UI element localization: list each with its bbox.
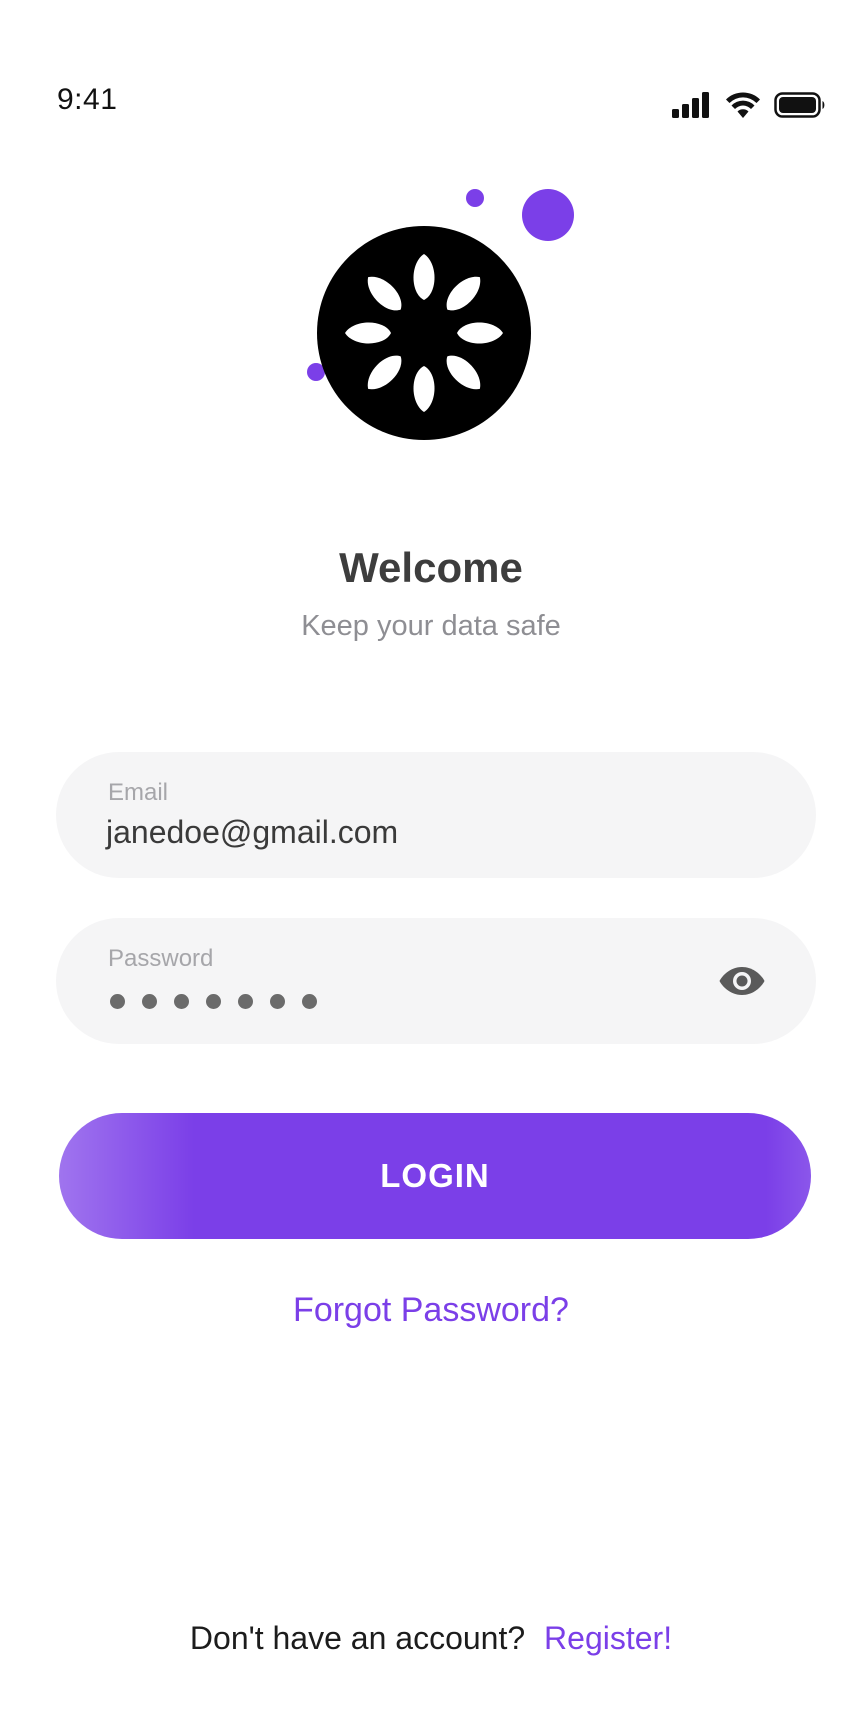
password-input[interactable] bbox=[110, 994, 317, 1009]
eye-icon[interactable] bbox=[718, 964, 766, 998]
register-prompt: Don't have an account? bbox=[189, 1620, 526, 1656]
status-time: 9:41 bbox=[57, 83, 118, 116]
welcome-subtitle: Keep your data safe bbox=[301, 610, 561, 642]
password-dot bbox=[142, 994, 157, 1009]
email-field[interactable]: Email janedoe@gmail.com bbox=[56, 752, 816, 878]
battery-icon bbox=[774, 92, 825, 118]
cellular-signal-icon bbox=[672, 92, 709, 118]
password-dot bbox=[270, 994, 285, 1009]
register-row: Don't have an account? Register! bbox=[0, 1616, 862, 1660]
password-dot bbox=[110, 994, 125, 1009]
password-dot bbox=[302, 994, 317, 1009]
register-link[interactable]: Register! bbox=[544, 1620, 672, 1656]
email-label: Email bbox=[108, 779, 169, 806]
email-input[interactable]: janedoe@gmail.com bbox=[106, 812, 398, 852]
password-field[interactable]: Password bbox=[56, 918, 816, 1044]
status-icons bbox=[672, 84, 826, 118]
wifi-icon bbox=[726, 92, 760, 118]
password-dot bbox=[206, 994, 221, 1009]
app-logo bbox=[307, 189, 574, 440]
password-dot bbox=[174, 994, 189, 1009]
forgot-password-link[interactable]: Forgot Password? bbox=[0, 1288, 862, 1332]
password-label: Password bbox=[108, 945, 214, 972]
welcome-title: Welcome bbox=[339, 544, 523, 591]
password-dot bbox=[238, 994, 253, 1009]
status-bar: 9:41 bbox=[0, 0, 862, 140]
login-button[interactable]: LOGIN bbox=[59, 1113, 811, 1239]
login-screen: 9:41 Welcome Keep your data safe Email j… bbox=[0, 0, 862, 1722]
